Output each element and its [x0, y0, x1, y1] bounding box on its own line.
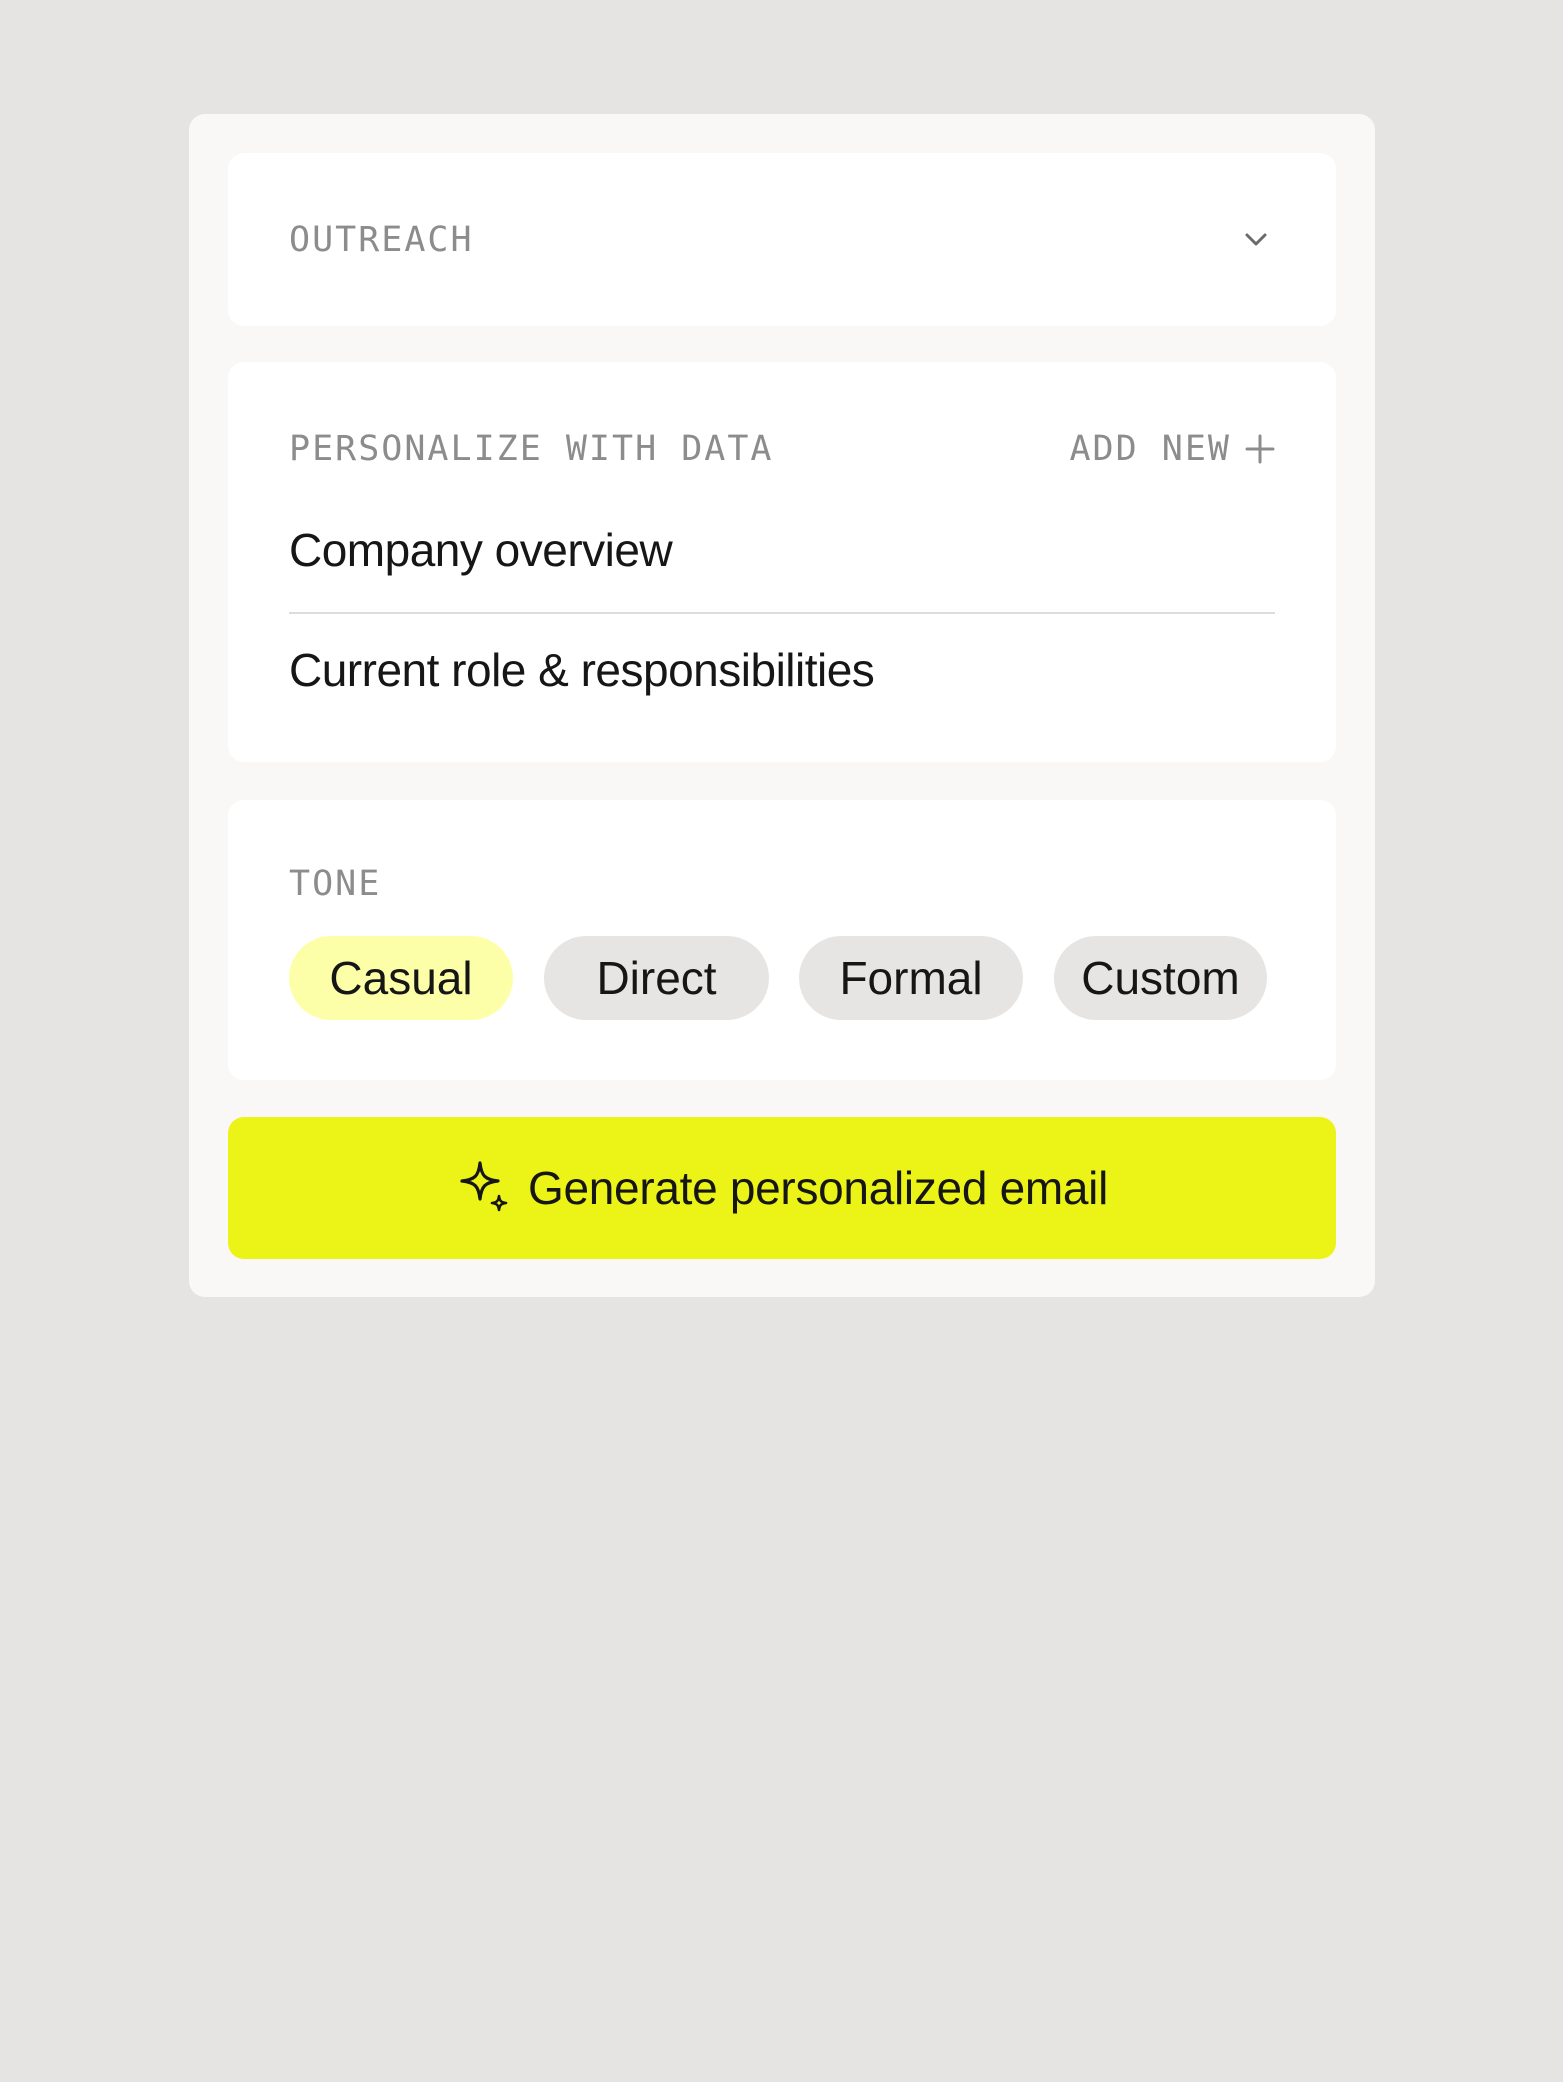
personalize-title: PERSONALIZE WITH DATA — [289, 429, 774, 469]
generate-email-button[interactable]: Generate personalized email — [228, 1117, 1336, 1259]
tone-option-direct[interactable]: Direct — [544, 936, 769, 1020]
add-new-label: ADD NEW — [1069, 429, 1231, 469]
plus-icon — [1245, 434, 1275, 464]
tone-option-custom[interactable]: Custom — [1054, 936, 1267, 1020]
template-dropdown[interactable]: OUTREACH — [228, 153, 1336, 326]
tone-card: TONE Casual Direct Formal Custom — [228, 800, 1336, 1080]
tone-title: TONE — [289, 864, 382, 904]
data-item-current-role[interactable]: Current role & responsibilities — [289, 642, 1275, 698]
tone-option-casual[interactable]: Casual — [289, 936, 513, 1020]
personalize-card: PERSONALIZE WITH DATA ADD NEW Company ov… — [228, 362, 1336, 762]
data-item-company-overview[interactable]: Company overview — [289, 522, 1275, 578]
divider — [289, 612, 1275, 614]
email-generator-panel: OUTREACH PERSONALIZE WITH DATA ADD NEW C… — [189, 114, 1375, 1297]
chevron-down-icon[interactable] — [1242, 227, 1270, 251]
template-dropdown-label: OUTREACH — [289, 220, 474, 260]
sparkle-icon — [460, 1161, 508, 1212]
add-new-button[interactable]: ADD NEW — [1069, 428, 1275, 470]
generate-email-label: Generate personalized email — [527, 1162, 1109, 1214]
tone-option-formal[interactable]: Formal — [799, 936, 1023, 1020]
